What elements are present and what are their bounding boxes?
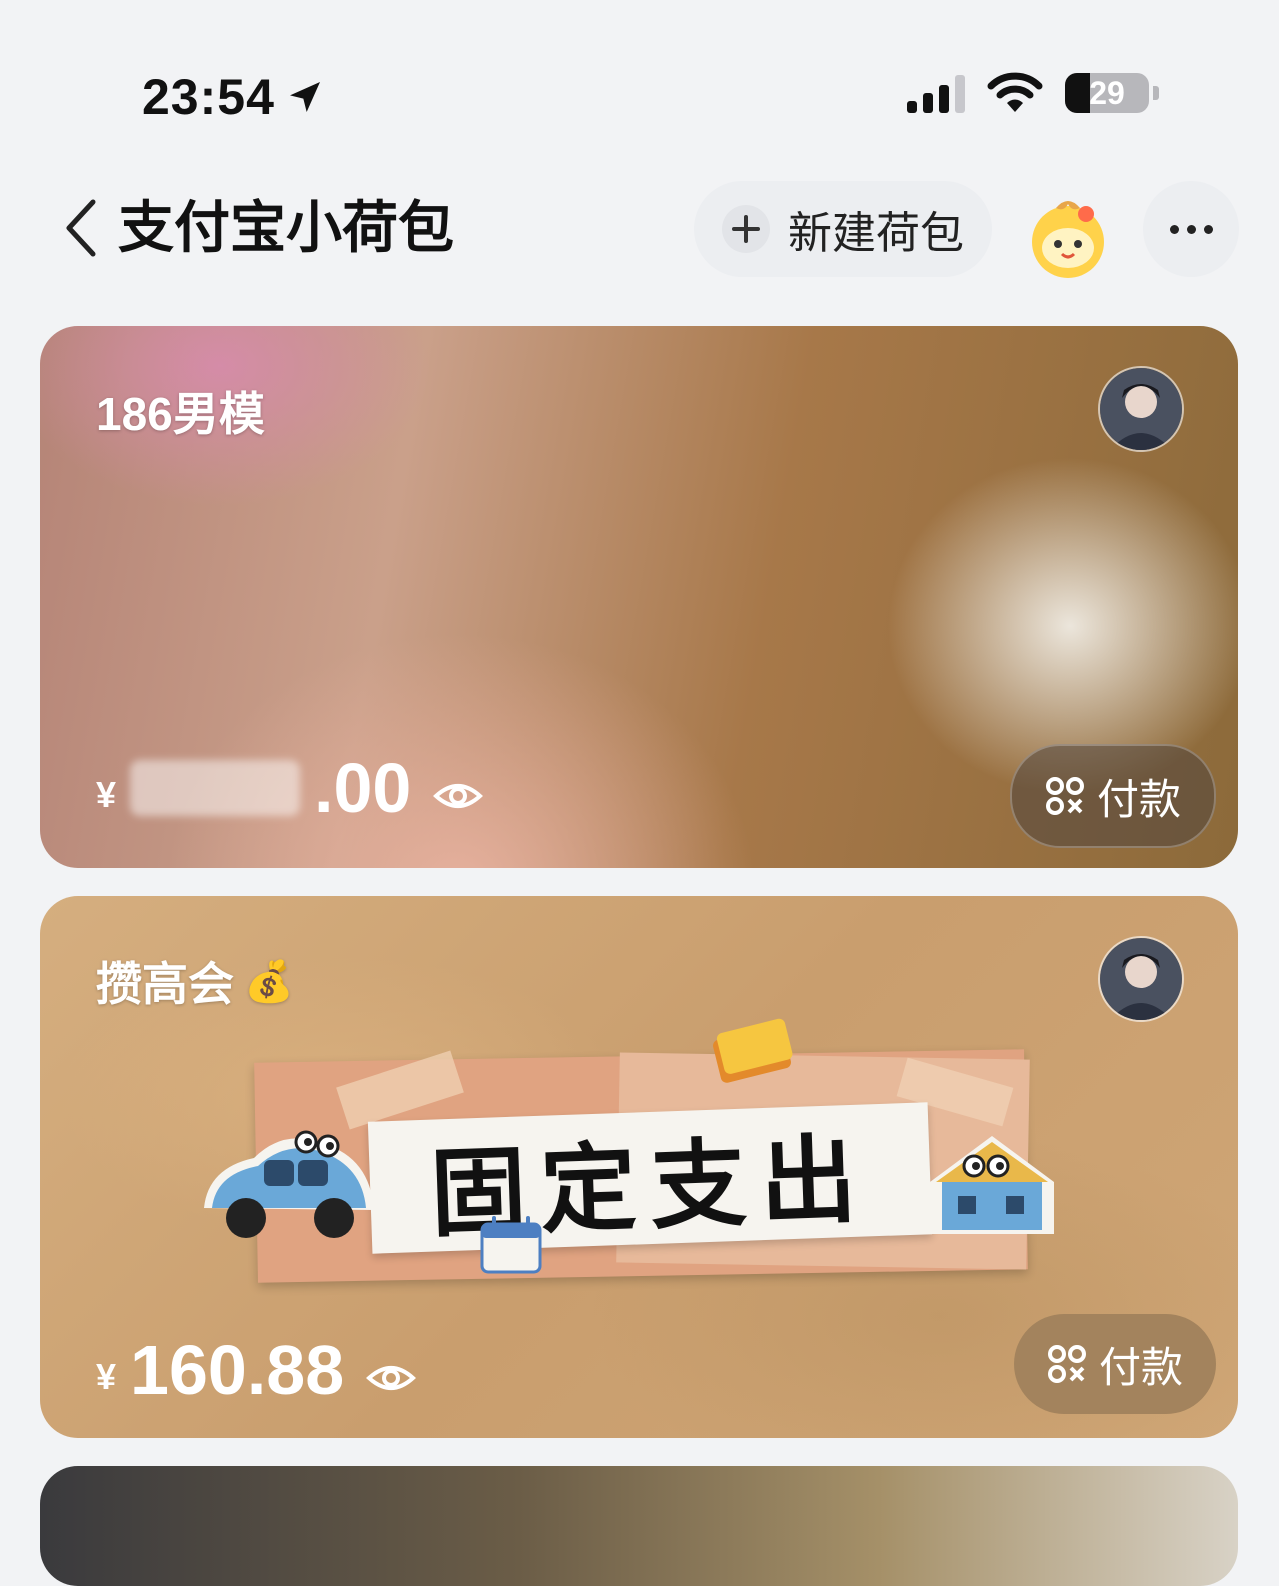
pay-code-icon [1045,777,1084,815]
status-time: 23:54 [142,68,325,126]
pay-button[interactable]: 付款 [1014,1314,1216,1414]
book-sticker-icon [713,1018,793,1083]
more-dot [1203,224,1213,234]
wallet-name: 攒高会 💰 [96,948,294,1014]
cellular-signal-icon [907,73,965,113]
more-dot [1169,224,1179,234]
battery-icon: 29 [1065,73,1149,113]
new-wallet-button[interactable]: 新建荷包 [694,181,992,277]
pay-label: 付款 [1098,1343,1183,1391]
car-sticker-icon [204,1130,374,1238]
wallet-balance: ¥ 160.88 [96,1331,417,1409]
new-wallet-label: 新建荷包 [788,209,964,258]
wallet-card[interactable]: 186男模 ¥ .00 付款 [40,326,1238,868]
location-arrow-icon [289,82,320,112]
eye-icon[interactable] [366,1360,417,1396]
pay-label: 付款 [1096,775,1181,823]
money-bag-icon: 💰 [244,959,294,1004]
more-button[interactable] [1143,181,1239,277]
currency-symbol: ¥ [96,774,117,815]
wallet-name-text: 186男模 [96,388,265,440]
avatar[interactable] [1098,936,1184,1022]
wallet-name: 186男模 [96,378,265,444]
status-time-text: 23:54 [142,69,275,125]
balance-redacted [130,760,301,816]
plus-icon [722,205,770,253]
chevron-left-icon [66,199,96,257]
calendar-sticker-icon [480,1216,542,1274]
back-button[interactable] [56,196,106,260]
avatar[interactable] [1098,366,1184,452]
wallet-card[interactable]: 攒高会 💰 固定支出 ¥ 160.88 付款 [40,896,1238,1438]
eye-icon[interactable] [433,778,484,814]
battery-level: 29 [1089,74,1125,111]
wallet-name-text: 攒高会 [96,958,234,1010]
more-dot [1186,224,1196,234]
wifi-icon [987,72,1043,112]
cover-sticker-label: 固定支出 [367,1102,933,1254]
balance-value: .00 [314,749,412,827]
wallet-card[interactable] [40,1466,1238,1586]
balance-value: 160.88 [130,1331,345,1409]
pay-code-icon [1047,1345,1086,1383]
house-sticker-icon [930,1136,1054,1234]
mascot-icon[interactable] [1022,190,1114,282]
pay-button[interactable]: 付款 [1010,744,1216,848]
status-icons: 29 [907,72,1159,114]
page-title: 支付宝小荷包 [118,196,454,259]
wallet-balance: ¥ .00 [96,749,484,827]
currency-symbol: ¥ [96,1356,117,1397]
